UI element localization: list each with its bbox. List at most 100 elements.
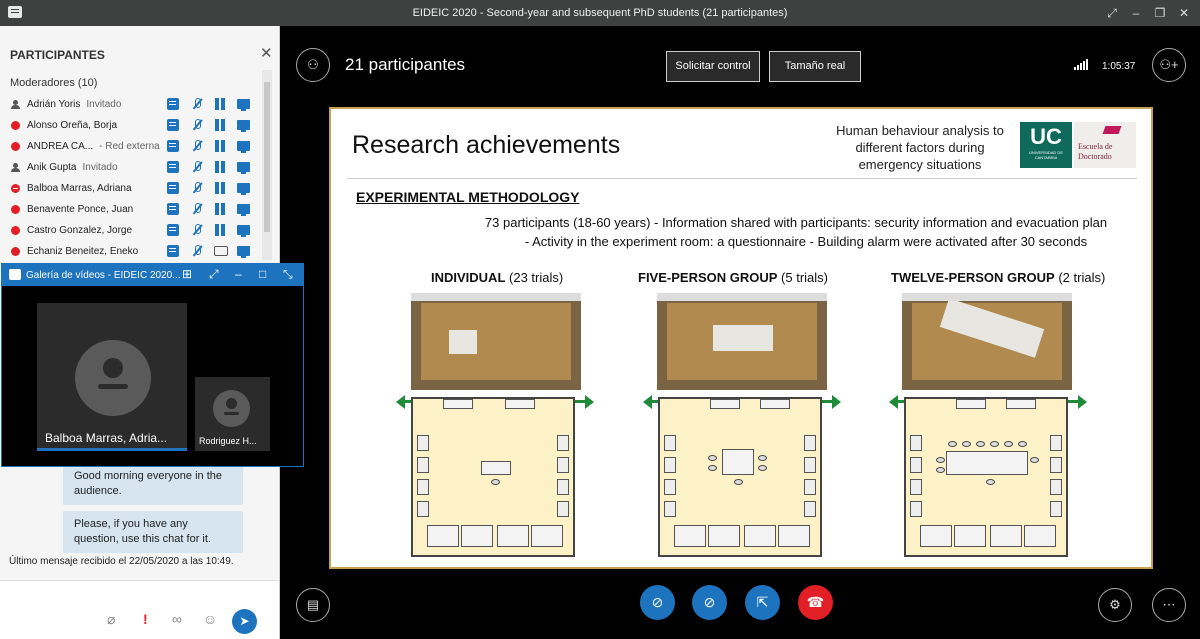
chat-icon[interactable] — [167, 203, 179, 215]
maximize-icon[interactable]: □ — [259, 267, 266, 281]
chat-composer[interactable]: ⌀ ! ∞ ☺ ➤ — [0, 580, 279, 639]
chat-icon[interactable] — [167, 119, 179, 131]
device-settings-icon[interactable]: ⚙ — [1098, 588, 1132, 622]
chat-icon[interactable] — [167, 140, 179, 152]
participant-name: Castro Gonzalez, Jorge — [27, 225, 133, 236]
person-icon — [11, 100, 20, 109]
chat-icon[interactable] — [167, 182, 179, 194]
person-icon — [11, 163, 20, 172]
camera-off-button[interactable]: ⊘ — [640, 585, 675, 620]
experiment-photo — [657, 293, 827, 390]
link-icon[interactable]: ∞ — [172, 611, 182, 627]
close-panel-icon[interactable]: ✕ — [260, 44, 273, 62]
participants-toggle-icon[interactable]: ⚇ — [296, 48, 330, 82]
small-video-tile[interactable]: Rodriguez H... — [195, 377, 270, 451]
chat-icon[interactable] — [167, 245, 179, 257]
participant-row[interactable]: Castro Gonzalez, Jorge — [0, 220, 262, 241]
screen-icon[interactable] — [237, 162, 250, 174]
mic-muted-button[interactable]: ⊘ — [692, 585, 727, 620]
window-title-bar: EIDEIC 2020 - Second-year and subsequent… — [0, 0, 1200, 26]
close-window-icon[interactable]: ✕ — [1176, 5, 1192, 21]
moderators-label: Moderadores (10) — [10, 77, 98, 89]
mic-muted-icon[interactable] — [191, 98, 203, 110]
participant-row[interactable]: ANDREA CA... - Red externa — [0, 136, 262, 157]
mic-icon[interactable] — [191, 182, 203, 194]
request-control-button[interactable]: Solicitar control — [666, 51, 760, 82]
pause-icon[interactable] — [214, 182, 226, 194]
pause-icon[interactable] — [214, 119, 226, 131]
attach-icon[interactable]: ⌀ — [107, 611, 115, 628]
chat-message: Please, if you have any question, use th… — [63, 511, 243, 553]
screen-icon[interactable] — [237, 120, 250, 132]
screen-icon[interactable] — [237, 246, 250, 258]
participant-row[interactable]: Adrián Yoris Invitado — [0, 94, 262, 115]
send-button[interactable]: ➤ — [232, 609, 257, 634]
uc-logo-text: UNIVERSIDAD DE CANTABRIA — [1028, 150, 1063, 160]
video-gallery-window[interactable]: Galería de vídeos - EIDEIC 2020... ⊞ ⤢ –… — [1, 263, 304, 467]
add-participant-icon[interactable]: ⚇+ — [1152, 48, 1186, 82]
signal-strength-icon — [1074, 59, 1088, 70]
pause-icon[interactable] — [214, 98, 226, 110]
participant-name: ANDREA CA... — [27, 141, 94, 152]
camera-off-icon[interactable] — [214, 246, 228, 256]
screen-icon[interactable] — [237, 99, 250, 111]
mic-muted-icon[interactable] — [191, 140, 203, 152]
more-options-icon[interactable]: ⋯ — [1152, 588, 1186, 622]
slide-subtitle: Human behaviour analysis to different fa… — [836, 123, 1004, 172]
actual-size-button[interactable]: Tamaño real — [769, 51, 861, 82]
avatar-icon — [213, 390, 250, 427]
tile-name: Rodriguez H... — [199, 436, 257, 446]
condition-detail: (2 trials) — [1058, 270, 1106, 285]
emoji-icon[interactable]: ☺ — [203, 611, 217, 627]
restore-icon[interactable]: ❐ — [1152, 5, 1168, 21]
minimize-icon[interactable]: – — [1128, 5, 1144, 21]
window-title: EIDEIC 2020 - Second-year and subsequent… — [412, 7, 788, 19]
mic-muted-icon[interactable] — [191, 224, 203, 236]
section-heading: EXPERIMENTAL METHODOLOGY — [356, 189, 580, 205]
pause-icon[interactable] — [214, 203, 226, 215]
participant-name: Balboa Marras, Adriana — [27, 183, 132, 194]
divider — [347, 178, 1137, 179]
participant-name: Anik Gupta — [27, 162, 77, 173]
chat-icon[interactable] — [167, 161, 179, 173]
pause-icon[interactable] — [214, 140, 226, 152]
mic-muted-icon[interactable] — [191, 203, 203, 215]
participant-row[interactable]: Anik Gupta Invitado — [0, 157, 262, 178]
slide-title: Research achievements — [352, 131, 621, 159]
main-video-tile[interactable]: Balboa Marras, Adria... — [37, 303, 187, 451]
graduation-cap-icon — [1102, 126, 1122, 134]
screen-icon[interactable] — [237, 141, 250, 153]
participant-row[interactable]: Alonso Oreña, Borja — [0, 115, 262, 136]
fullscreen-icon[interactable]: ⤢ — [1104, 5, 1120, 21]
chat-toggle-icon[interactable]: ▤ — [296, 588, 330, 622]
condition-label: INDIVIDUAL (23 trials) — [431, 270, 563, 285]
chat-icon[interactable] — [167, 98, 179, 110]
mic-muted-icon[interactable] — [191, 245, 203, 257]
floor-plan — [658, 397, 822, 557]
priority-icon[interactable]: ! — [143, 611, 148, 627]
participant-name: Adrián Yoris — [27, 99, 81, 110]
status-dot-icon — [11, 205, 20, 214]
minimize-icon[interactable]: – — [235, 267, 242, 281]
pause-icon[interactable] — [214, 224, 226, 236]
status-dot-icon — [11, 247, 20, 256]
participants-scrollbar[interactable] — [262, 70, 272, 260]
chat-message: Good morning everyone in the audience. — [63, 463, 243, 505]
active-speaker-bar — [37, 448, 187, 451]
participant-row[interactable]: Echaniz Beneitez, Eneko — [0, 241, 262, 262]
layout-icon[interactable]: ⊞ — [182, 267, 192, 281]
share-screen-button[interactable]: ⇱ — [745, 585, 780, 620]
mic-muted-icon[interactable] — [191, 119, 203, 131]
dock-icon[interactable]: ⤡ — [283, 267, 293, 282]
screen-icon[interactable] — [237, 204, 250, 216]
mic-muted-icon[interactable] — [191, 161, 203, 173]
screen-icon[interactable] — [237, 225, 250, 237]
gallery-title-bar[interactable]: Galería de vídeos - EIDEIC 2020... ⊞ ⤢ –… — [2, 264, 303, 286]
participant-row[interactable]: Benavente Ponce, Juan — [0, 199, 262, 220]
participant-row[interactable]: Balboa Marras, Adriana — [0, 178, 262, 199]
pause-icon[interactable] — [214, 161, 226, 173]
chat-icon[interactable] — [167, 224, 179, 236]
screen-share-icon[interactable] — [237, 183, 250, 195]
end-call-button[interactable]: ☎ — [798, 585, 833, 620]
expand-icon[interactable]: ⤢ — [209, 267, 219, 282]
